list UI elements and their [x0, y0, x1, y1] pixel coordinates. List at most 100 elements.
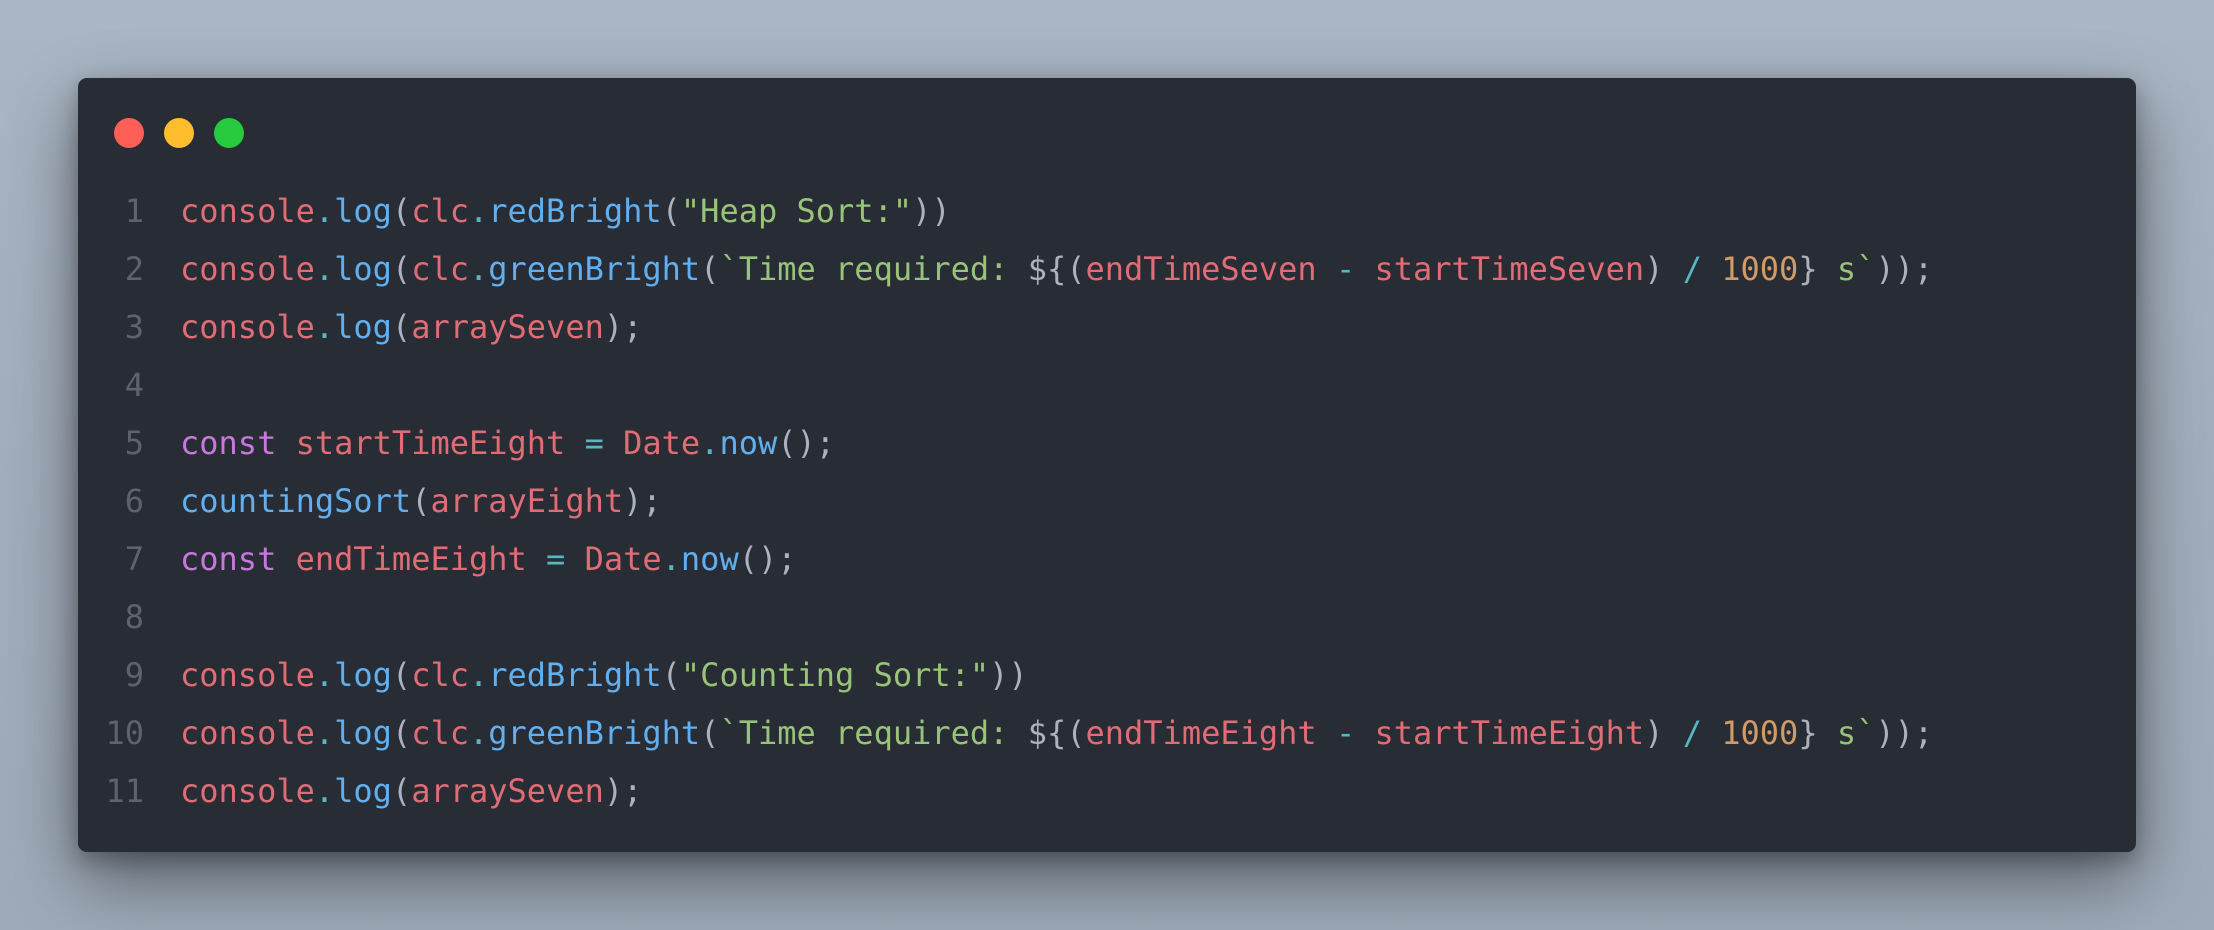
code-token: log	[334, 250, 392, 288]
code-token: "Heap Sort:"	[680, 192, 913, 230]
maximize-dot[interactable]	[214, 118, 244, 148]
code-token: /	[1663, 250, 1722, 288]
code-token: startTimeEight	[295, 424, 566, 462]
code-token: log	[334, 772, 392, 810]
code-token: (	[391, 656, 412, 694]
code-token: .	[661, 540, 681, 578]
code-line: 1 console.log(clc.redBright("Heap Sort:")…	[78, 182, 2136, 240]
code-token: );	[603, 772, 643, 810]
code-token: (	[391, 192, 412, 230]
code-token: .	[468, 250, 489, 288]
code-token: redBright	[488, 192, 662, 230]
code-token: ${(	[1027, 250, 1086, 288]
code-text: countingSort(arrayEight);	[180, 472, 662, 530]
code-token: s`	[1817, 714, 1876, 752]
code-token: .	[314, 714, 335, 752]
code-token: clc	[411, 250, 469, 288]
code-text: console.log(arraySeven);	[180, 762, 642, 820]
code-token: .	[314, 250, 335, 288]
code-token: redBright	[488, 656, 662, 694]
code-token: arrayEight	[430, 482, 624, 520]
code-line: 9 console.log(clc.redBright("Counting Sor…	[78, 646, 2136, 704]
code-text: const endTimeEight = Date.now();	[180, 530, 797, 588]
code-token: (	[700, 250, 720, 288]
code-token: 1000	[1721, 250, 1799, 288]
code-line: 2 console.log(clc.greenBright(`Time requi…	[78, 240, 2136, 298]
code-token: ));	[1875, 250, 1934, 288]
code-token: console	[180, 250, 315, 288]
code-token: const	[180, 540, 277, 578]
line-number: 1	[124, 192, 144, 230]
code-token: now	[680, 540, 739, 578]
code-token: .	[314, 772, 335, 810]
code-line: 4	[78, 356, 2136, 414]
code-window: 1 console.log(clc.redBright("Heap Sort:")…	[78, 78, 2136, 852]
code-token: greenBright	[488, 714, 701, 752]
code-token: (	[661, 192, 681, 230]
code-token: endTimeEight	[295, 540, 527, 578]
code-token: endTimeSeven	[1085, 250, 1317, 288]
code-token: endTimeEight	[1085, 714, 1317, 752]
code-token: ${(	[1027, 714, 1086, 752]
code-token: )	[1644, 714, 1664, 752]
code-token: `Time required:	[719, 250, 1028, 288]
code-line: 11 console.log(arraySeven);	[78, 762, 2136, 820]
line-number: 10	[105, 714, 144, 752]
line-number: 9	[124, 656, 144, 694]
code-token: log	[334, 192, 392, 230]
code-token: clc	[411, 656, 469, 694]
code-text: console.log(clc.redBright("Counting Sort…	[180, 646, 1028, 704]
code-token: -	[1316, 250, 1375, 288]
code-token: Date	[584, 540, 662, 578]
code-token: log	[334, 656, 392, 694]
code-token: console	[180, 714, 315, 752]
minimize-dot[interactable]	[164, 118, 194, 148]
code-token: countingSort	[180, 482, 412, 520]
code-token: "Counting Sort:"	[680, 656, 990, 694]
code-token: Date	[623, 424, 701, 462]
code-block: 1 console.log(clc.redBright("Heap Sort:")…	[78, 182, 2136, 820]
code-token: .	[314, 656, 335, 694]
code-token: now	[719, 424, 778, 462]
code-text: const startTimeEight = Date.now();	[180, 414, 835, 472]
code-token: );	[603, 308, 643, 346]
code-token: (	[391, 772, 412, 810]
code-token: .	[468, 656, 489, 694]
close-dot[interactable]	[114, 118, 144, 148]
code-token: clc	[411, 714, 469, 752]
code-token: =	[526, 540, 585, 578]
code-text: console.log(clc.greenBright(`Time requir…	[180, 240, 1933, 298]
code-token: .	[314, 192, 335, 230]
code-token: /	[1663, 714, 1722, 752]
code-token: }	[1798, 714, 1818, 752]
code-token: log	[334, 308, 392, 346]
code-line: 7 const endTimeEight = Date.now();	[78, 530, 2136, 588]
code-token: )	[1644, 250, 1664, 288]
code-token: -	[1316, 714, 1375, 752]
code-token: console	[180, 192, 315, 230]
code-token: ();	[738, 540, 797, 578]
window-controls	[114, 118, 244, 148]
code-token: ))	[989, 656, 1028, 694]
code-token: .	[314, 308, 335, 346]
code-token: (	[391, 308, 412, 346]
code-token: ();	[777, 424, 836, 462]
line-number: 4	[124, 366, 144, 404]
code-token: (	[391, 714, 412, 752]
code-token: }	[1798, 250, 1818, 288]
code-token: );	[623, 482, 662, 520]
code-token: ));	[1875, 714, 1934, 752]
code-token: console	[180, 656, 315, 694]
code-text: console.log(arraySeven);	[180, 298, 642, 356]
code-token: (	[661, 656, 681, 694]
code-token: (	[391, 250, 412, 288]
code-line: 3 console.log(arraySeven);	[78, 298, 2136, 356]
line-number: 11	[105, 772, 144, 810]
code-token: log	[334, 714, 392, 752]
code-token: =	[565, 424, 624, 462]
code-token: startTimeEight	[1374, 714, 1645, 752]
code-line: 6 countingSort(arrayEight);	[78, 472, 2136, 530]
code-token: .	[468, 714, 489, 752]
code-token: s`	[1817, 250, 1876, 288]
